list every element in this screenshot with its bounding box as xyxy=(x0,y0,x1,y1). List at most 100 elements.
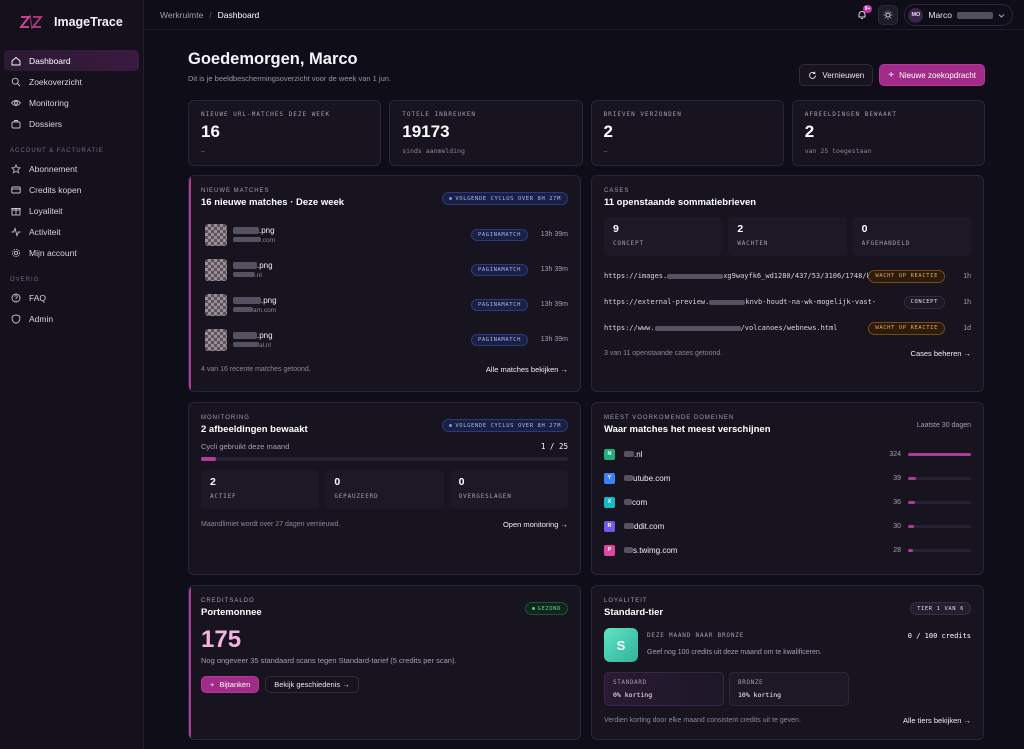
cycles-progress-fill xyxy=(201,457,216,461)
case-row[interactable]: https://images. xg9wayfk6_wd1280/437/53/3… xyxy=(604,263,971,289)
sidebar-item-monitoring[interactable]: Monitoring xyxy=(4,92,139,113)
match-row[interactable]: .png .nl PAGINAMATCH 13h 39m xyxy=(201,252,568,287)
sidebar-item-credits-kopen[interactable]: Credits kopen xyxy=(4,179,139,200)
mini-stat-label: GEPAUZEERD xyxy=(334,493,379,500)
redacted-text xyxy=(654,325,741,331)
open-monitoring-link[interactable]: Open monitoring → xyxy=(503,520,568,529)
topup-button[interactable]: + Bijtanken xyxy=(201,676,260,693)
notifications-button[interactable]: 9+ xyxy=(852,5,873,25)
new-search-button[interactable]: + Nieuwe zoekopdracht xyxy=(879,64,985,86)
domains-range: Laatste 30 dagen xyxy=(916,422,971,429)
mini-stat-value: 2 xyxy=(737,223,744,235)
domain-row[interactable]: X com 36 xyxy=(604,490,971,514)
case-url-start: https://external-preview. xyxy=(604,298,710,306)
gift-icon xyxy=(11,207,21,215)
domain-row[interactable]: P s.twimg.com 28 xyxy=(604,538,971,562)
match-type-badge: PAGINAMATCH xyxy=(470,263,528,276)
mini-stat: 0 AFGEHANDELD xyxy=(852,217,971,256)
nav-section-account: ACCOUNT & FACTURATIE xyxy=(10,148,104,154)
refresh-label: Vernieuwen xyxy=(822,70,865,80)
sidebar-item-label: Zoekoverzicht xyxy=(29,76,82,87)
domain-bar-fill xyxy=(908,548,914,552)
manage-cases-link[interactable]: Cases beheren → xyxy=(911,349,971,358)
page-subtitle: Dit is je beeldbeschermingsoverzicht voo… xyxy=(188,74,392,83)
view-history-label: Bekijk geschiedenis → xyxy=(274,680,350,689)
redacted-text xyxy=(233,296,261,304)
match-time: 13h 39m xyxy=(540,336,568,343)
match-row[interactable]: .png al.nl PAGINAMATCH 13h 39m xyxy=(201,322,568,357)
mini-stat-label: WACHTEN xyxy=(737,240,769,247)
top-domains-card: MEEST VOORKOMENDE DOMEINEN Waar matches … xyxy=(591,402,984,575)
match-thumbnail xyxy=(205,293,227,316)
domain-row[interactable]: N .nl 324 xyxy=(604,442,971,466)
cycles-label: Cycli gebruikt deze maand xyxy=(201,442,290,451)
sidebar-item-zoekoverzicht[interactable]: Zoekoverzicht xyxy=(4,71,139,92)
domain-count: 36 xyxy=(893,498,901,506)
plus-icon: + xyxy=(888,69,895,81)
case-row[interactable]: https://external-preview. knvb-houdt-na-w… xyxy=(604,289,971,315)
tier-progress-value: 0 / 100 credits xyxy=(907,632,971,640)
notification-count: 9+ xyxy=(862,5,873,13)
match-domain: am.com xyxy=(253,306,277,314)
sidebar-item-abonnement[interactable]: Abonnement xyxy=(4,158,139,179)
domain-bar-fill xyxy=(908,524,914,528)
tier-progress-text: Geef nog 100 credits uit deze maand om t… xyxy=(647,649,822,656)
help-icon xyxy=(11,293,21,302)
loyalty-footer: Verdien korting door elke maand consiste… xyxy=(604,717,801,724)
sidebar-item-faq[interactable]: FAQ xyxy=(4,287,139,308)
stat-card: TOTELE INBREUKEN 19173 sinds aanmelding xyxy=(389,100,583,166)
domain-row[interactable]: Y utube.com 39 xyxy=(604,466,971,490)
match-time: 13h 39m xyxy=(540,301,568,308)
theme-toggle-button[interactable] xyxy=(878,5,899,25)
mini-stat: 0 GEPAUZEERD xyxy=(325,470,444,509)
star-icon xyxy=(11,163,21,174)
mini-stat-value: 0 xyxy=(861,223,868,235)
domain-favicon-icon: N xyxy=(604,448,615,460)
stat-card: NIEUWE URL-MATCHES DEZE WEEK 16 — xyxy=(188,100,382,166)
credit-balance-value: 175 xyxy=(201,626,242,653)
credits-kicker: CREDITSALDO xyxy=(201,598,255,604)
mini-stat-label: OVERGESLAGEN xyxy=(458,493,512,500)
case-url-end: knvb-houdt-na-wk-mogelijk-vast-aan-k… xyxy=(745,298,876,306)
stat-label: BRIEVEN VERZONDEN xyxy=(603,111,682,118)
cases-title: 11 openstaande sommatiebrieven xyxy=(604,197,757,208)
user-menu[interactable]: MO Marco xyxy=(904,4,1013,26)
sidebar-item-dashboard[interactable]: Dashboard xyxy=(4,50,139,71)
match-filename: .png xyxy=(257,330,273,340)
nav-section-other: OVERIG xyxy=(10,277,40,283)
view-all-matches-link[interactable]: Alle matches bekijken → xyxy=(486,365,568,374)
sidebar-item-admin[interactable]: Admin xyxy=(4,308,139,329)
mini-stat: 0 OVERGESLAGEN xyxy=(449,470,568,509)
cycles-value: 1 / 25 xyxy=(540,442,568,451)
stat-label: NIEUWE URL-MATCHES DEZE WEEK xyxy=(201,111,331,118)
sidebar-item-activiteit[interactable]: Activiteit xyxy=(4,221,139,242)
breadcrumb-parent[interactable]: Werkruimte xyxy=(160,10,203,20)
mini-stat-value: 0 xyxy=(458,476,465,488)
case-row[interactable]: https://www. /volcanoes/webnews.html WACH… xyxy=(604,315,971,341)
new-matches-card: NIEUWE MATCHES 16 nieuwe matches · Deze … xyxy=(188,175,581,392)
refresh-icon xyxy=(809,71,817,79)
domain-name: com xyxy=(632,497,648,507)
balance-status-badge: GEZOND xyxy=(524,602,568,615)
refresh-button[interactable]: Vernieuwen xyxy=(799,64,874,86)
next-cycle-label: VOLGENDE CYCLUS OVER 8H 27M xyxy=(455,195,561,202)
sidebar-item-dossiers[interactable]: Dossiers xyxy=(4,113,139,134)
sidebar-item-label: Monitoring xyxy=(29,97,69,108)
match-time: 13h 39m xyxy=(540,231,568,238)
brand[interactable]: ImageTrace xyxy=(4,0,139,44)
match-domain: al.nl xyxy=(259,341,271,349)
domain-bar xyxy=(908,500,971,504)
view-history-button[interactable]: Bekijk geschiedenis → xyxy=(265,676,359,693)
sidebar-item-mijn-account[interactable]: Mijn account xyxy=(4,242,139,263)
mini-stat-value: 9 xyxy=(613,223,619,235)
domain-name: ddit.com xyxy=(634,521,665,531)
view-all-tiers-link[interactable]: Alle tiers bekijken → xyxy=(903,716,971,725)
tier-icon: S xyxy=(604,628,638,662)
redacted-text xyxy=(233,342,259,348)
sidebar-item-loyaliteit[interactable]: Loyaliteit xyxy=(4,200,139,221)
match-row[interactable]: .png am.com PAGINAMATCH 13h 39m xyxy=(201,287,568,322)
tier-card-standard: STANDARD 0% korting xyxy=(604,672,724,706)
domain-row[interactable]: R ddit.com 30 xyxy=(604,514,971,538)
stat-sub: van 25 toegestaan xyxy=(804,147,872,155)
match-row[interactable]: .png .com PAGINAMATCH 13h 39m xyxy=(201,217,568,252)
